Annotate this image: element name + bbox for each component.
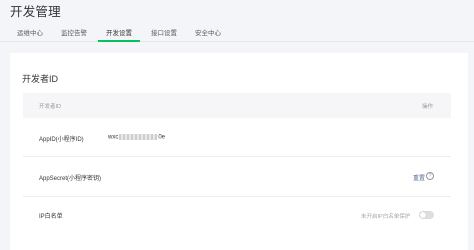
tab-ops-center[interactable]: 运维中心 xyxy=(17,27,43,37)
appid-value: wxc 0e xyxy=(108,134,166,141)
help-icon[interactable]: ? xyxy=(426,172,434,180)
appsecret-label: AppSecret(小程序密钥) xyxy=(39,176,102,182)
tab-bar: 运维中心 监控告警 开发设置 接口设置 安全中心 xyxy=(0,22,474,42)
tab-api-settings[interactable]: 接口设置 xyxy=(151,27,177,37)
reset-secret-link[interactable]: 重置 xyxy=(413,173,425,182)
toggle-knob xyxy=(420,212,426,218)
row-divider xyxy=(23,196,451,197)
page-title: 开发管理 xyxy=(10,5,61,19)
ip-whitelist-status: 未开启IP白名单保护 xyxy=(361,214,411,220)
ip-whitelist-toggle[interactable] xyxy=(419,211,434,219)
column-header-developer-id: 开发者ID xyxy=(39,104,62,110)
table-header: 开发者ID 操作 xyxy=(23,93,451,118)
row-divider xyxy=(23,156,451,157)
developer-id-card: 开发者ID xyxy=(10,53,468,250)
redacted-mask xyxy=(119,134,158,140)
tab-monitoring[interactable]: 监控告警 xyxy=(61,27,87,37)
section-title: 开发者ID xyxy=(22,74,59,84)
ip-whitelist-label: IP白名单 xyxy=(39,214,63,220)
tab-dev-settings[interactable]: 开发设置 xyxy=(106,27,132,37)
column-header-actions: 操作 xyxy=(422,104,434,110)
active-tab-indicator xyxy=(98,40,140,42)
tab-security-center[interactable]: 安全中心 xyxy=(195,27,221,37)
appid-label: AppID(小程序ID) xyxy=(39,137,84,143)
